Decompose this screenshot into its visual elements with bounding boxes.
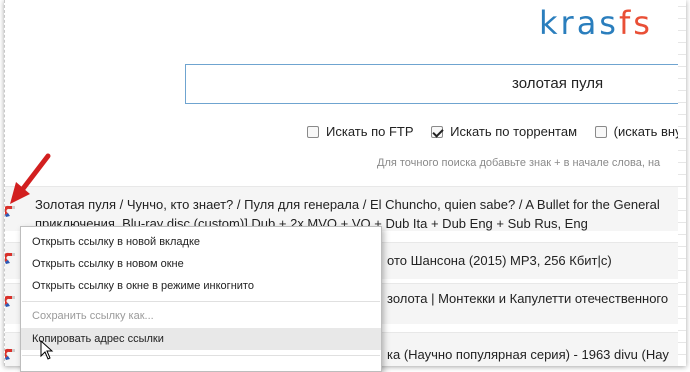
site-logo[interactable]: krasfs: [539, 4, 653, 42]
result-title-link[interactable]: ото Шансона (2015) MP3, 256 Кбит|с): [387, 253, 612, 268]
checkbox-torrents[interactable]: [431, 125, 444, 138]
search-options: Искать по FTP Искать по торрентам (искат…: [307, 124, 686, 141]
logo-part-1: kras: [539, 4, 619, 42]
search-input[interactable]: золотая пуля: [185, 64, 686, 104]
checkbox-inside[interactable]: [594, 125, 607, 138]
menu-item-save-link-as[interactable]: Сохранить ссылку как...: [21, 305, 381, 327]
checkbox-ftp[interactable]: [307, 125, 319, 138]
result-title-link[interactable]: Золотая пуля / Чунчо, кто знает? / Пуля …: [35, 197, 660, 212]
torn-edge: [678, 0, 686, 366]
magnet-icon[interactable]: [4, 348, 16, 360]
search-hint: Для точного поиска добавьте знак + в нач…: [377, 157, 661, 169]
option-ftp-label: Искать по FTP: [326, 124, 414, 139]
menu-item-open-incognito[interactable]: Открыть ссылку в окне в режиме инкогнито: [21, 275, 381, 297]
menu-separator: [22, 355, 380, 356]
context-menu: Открыть ссылку в новой вкладке Открыть с…: [20, 226, 382, 372]
result-title-link[interactable]: ка (Научно популярная серия) - 1963 divu…: [387, 347, 669, 362]
menu-item-copy-link-address[interactable]: Копировать адрес ссылки: [21, 328, 381, 350]
logo-part-2: fs: [618, 4, 653, 42]
result-title-link[interactable]: золота | Монтекки и Капулетти отечествен…: [387, 291, 668, 306]
option-inside[interactable]: (искать вну: [594, 124, 682, 139]
magnet-icon[interactable]: [4, 252, 16, 264]
menu-separator: [22, 301, 380, 302]
menu-item-open-new-window[interactable]: Открыть ссылку в новом окне: [21, 253, 381, 275]
option-ftp[interactable]: Искать по FTP: [307, 124, 414, 139]
red-arrow-icon: [10, 153, 51, 204]
option-torrents-label: Искать по торрентам: [450, 124, 578, 139]
menu-item-open-new-tab[interactable]: Открыть ссылку в новой вкладке: [21, 231, 381, 253]
option-torrents[interactable]: Искать по торрентам: [431, 124, 577, 139]
mouse-cursor-icon: [40, 340, 54, 360]
option-inside-label: (искать вну: [613, 124, 682, 139]
magnet-icon[interactable]: [4, 295, 16, 307]
